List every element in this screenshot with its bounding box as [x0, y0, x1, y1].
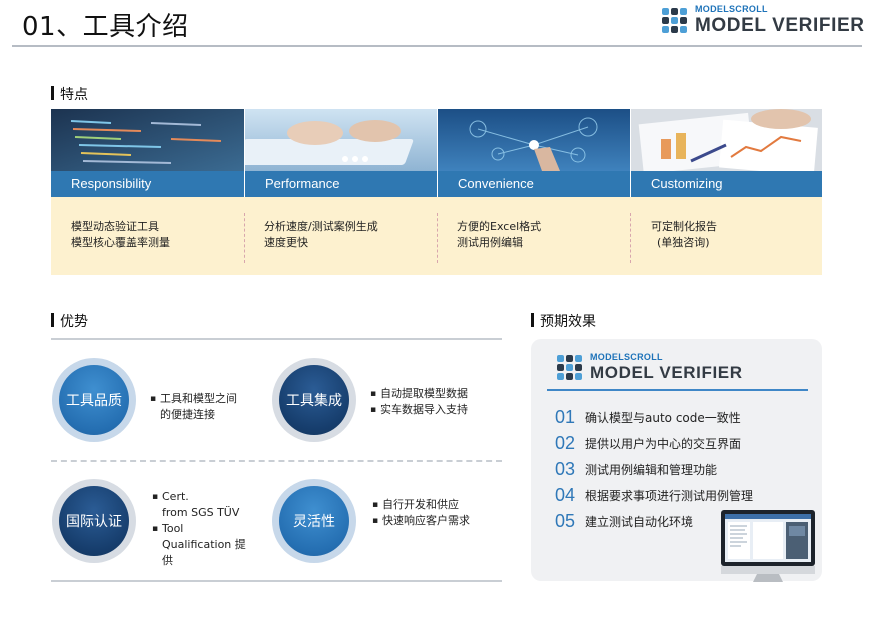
bullet-icon: ▪ [152, 524, 159, 534]
advantage-bullets-flexibility: ▪ 自行开发和供应 ▪ 快速响应客户需求 [372, 498, 470, 527]
bullet-icon: ▪ [372, 516, 379, 526]
header: 01、工具介绍 MODELSCROLL MODEL VERIFIER [0, 0, 891, 47]
keyboard-hands-image [245, 109, 437, 171]
feature-card-responsibility: Responsibility [51, 109, 244, 197]
bullet-icon: ▪ [372, 500, 379, 510]
brand-small-text: MODELSCROLL [590, 352, 663, 362]
brand-mark-icon [662, 7, 687, 33]
feature-divider [244, 213, 245, 263]
page-title: 01、工具介绍 [22, 12, 189, 42]
effects-label: 预期效果 [531, 311, 596, 331]
features-label: 特点 [51, 84, 88, 104]
effect-item: 01 确认模型与auto code一致性 [555, 406, 741, 427]
monitor-icon [719, 508, 817, 588]
advantages-top-rule [51, 338, 502, 340]
bullet-icon: ▪ [370, 405, 377, 415]
advantage-bullets-certification: ▪ Cert. from SGS TÜV ▪ Tool Qualification … [152, 490, 246, 567]
effects-divider [547, 389, 808, 391]
brand-logo: MODELSCROLL MODEL VERIFIER [662, 5, 865, 35]
advantages-bottom-rule [51, 580, 502, 582]
feature-card-convenience: Convenience [438, 109, 630, 197]
advantages-mid-rule [51, 460, 502, 462]
brand-mark-icon [557, 354, 582, 380]
brand-big-text: MODEL VERIFIER [590, 363, 743, 382]
bullet-icon: ▪ [370, 389, 377, 399]
features-panel: Responsibility Performance Convenience C… [51, 109, 822, 275]
advantage-circle-integration: 工具集成 [272, 358, 356, 442]
brand-big-text: MODEL VERIFIER [695, 15, 865, 36]
feature-title: Performance [265, 176, 340, 191]
feature-desc-customizing: 可定制化报告 (单独咨询) [651, 220, 717, 249]
effect-item: 04 根据要求事项进行测试用例管理 [555, 484, 754, 505]
advantage-bullets-integration: ▪ 自动提取模型数据 ▪ 实车数据导入支持 [370, 387, 468, 416]
advantages-label: 优势 [51, 311, 88, 331]
brand-small-text: MODELSCROLL [695, 4, 768, 14]
effect-item: 03 测试用例编辑和管理功能 [555, 458, 718, 479]
feature-desc-performance: 分析速度/测试案例生成 速度更快 [264, 220, 378, 249]
effects-brand-logo: MODELSCROLL MODEL VERIFIER [557, 353, 743, 381]
feature-desc-responsibility: 模型动态验证工具 模型核心覆盖率测量 [71, 220, 170, 249]
header-divider [12, 45, 862, 47]
feature-card-performance: Performance [245, 109, 437, 197]
report-documents-image [631, 109, 822, 176]
feature-title: Convenience [458, 176, 534, 191]
advantage-circle-quality: 工具品质 [52, 358, 136, 442]
advantage-circle-flexibility: 灵活性 [272, 479, 356, 563]
effect-item: 02 提供以用户为中心的交互界面 [555, 432, 742, 453]
bullet-icon: ▪ [152, 492, 159, 502]
features-description-area: 模型动态验证工具 模型核心覆盖率测量 分析速度/测试案例生成 速度更快 方便的E… [51, 197, 822, 275]
feature-card-customizing: Customizing [631, 109, 822, 197]
feature-divider [437, 213, 438, 263]
touch-interface-image [438, 109, 630, 171]
feature-title: Responsibility [71, 176, 152, 191]
advantage-circle-certification: 国际认证 [52, 479, 136, 563]
bullet-icon: ▪ [150, 394, 157, 404]
feature-title: Customizing [651, 176, 723, 191]
code-screen-image [51, 109, 244, 171]
feature-desc-convenience: 方便的Excel格式 测试用例编辑 [457, 220, 542, 249]
advantage-bullets-quality: ▪ 工具和模型之间 的便捷连接 [150, 392, 237, 421]
feature-divider [630, 213, 631, 263]
